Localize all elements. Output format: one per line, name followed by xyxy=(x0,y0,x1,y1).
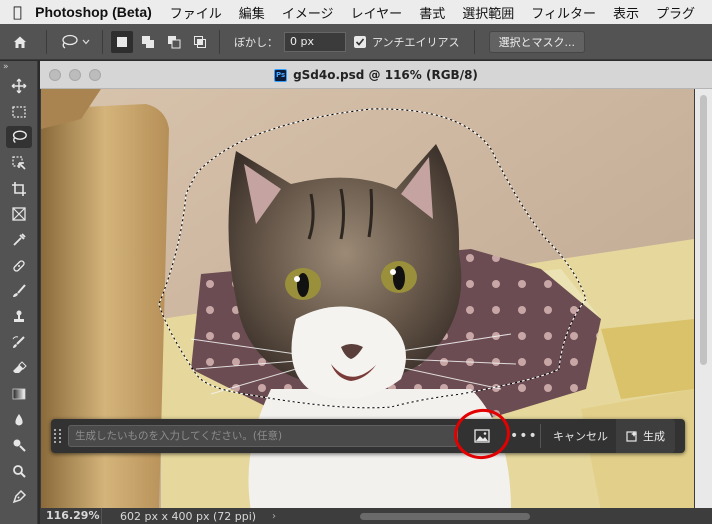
menu-view[interactable]: 表示 xyxy=(613,3,639,22)
home-button[interactable] xyxy=(0,24,40,60)
burn-icon xyxy=(13,465,26,478)
more-options-button[interactable]: ••• xyxy=(510,428,537,444)
antialias-checkbox[interactable] xyxy=(354,35,366,48)
brush-icon xyxy=(13,284,26,298)
pen-tool[interactable] xyxy=(0,484,38,510)
zoom-level[interactable]: 116.29% xyxy=(40,508,102,524)
menu-layer[interactable]: レイヤー xyxy=(351,3,403,22)
burn-tool[interactable] xyxy=(0,458,38,484)
menu-image[interactable]: イメージ xyxy=(282,3,334,22)
divider xyxy=(219,29,220,54)
subtract-selection-button[interactable] xyxy=(163,31,185,53)
apple-menu-icon[interactable]:  xyxy=(0,3,35,21)
new-selection-button[interactable] xyxy=(111,30,133,53)
options-bar: ぼかし： アンチエイリアス 選択とマスク... xyxy=(0,24,712,60)
active-tool-highlight xyxy=(6,126,32,149)
gradient-icon xyxy=(12,388,26,400)
brush-tool[interactable] xyxy=(0,279,38,305)
menu-select[interactable]: 選択範囲 xyxy=(462,3,514,22)
lasso-icon xyxy=(12,130,27,144)
generative-fill-prompt-input[interactable] xyxy=(68,425,458,447)
tools-panel: » xyxy=(0,61,38,524)
eyedropper-icon xyxy=(13,233,26,246)
close-window-button[interactable] xyxy=(49,68,61,81)
menu-file[interactable]: ファイル xyxy=(170,3,222,22)
lasso-tool[interactable] xyxy=(0,124,38,150)
blur-icon xyxy=(15,413,23,426)
generate-icon xyxy=(626,431,637,442)
healing-brush-tool[interactable] xyxy=(0,253,38,279)
eraser-icon xyxy=(13,361,27,374)
divider xyxy=(102,29,103,54)
reference-image-button[interactable] xyxy=(466,423,498,449)
marquee-icon xyxy=(12,105,26,118)
intersect-selection-button[interactable] xyxy=(189,31,211,53)
document-titlebar: Ps gSd4o.psd @ 116% (RGB/8) xyxy=(40,61,712,89)
feather-label: ぼかし： xyxy=(234,35,278,49)
frame-icon xyxy=(12,207,26,221)
crop-tool[interactable] xyxy=(0,176,38,202)
menu-bar:  Photoshop (Beta) ファイル 編集 イメージ レイヤー 書式 … xyxy=(0,0,712,24)
zoom-window-button[interactable] xyxy=(89,68,101,81)
menu-type[interactable]: 書式 xyxy=(419,3,445,22)
marquee-tool[interactable] xyxy=(0,99,38,125)
eraser-tool[interactable] xyxy=(0,356,38,382)
image-reference-icon xyxy=(474,429,490,443)
move-icon xyxy=(11,78,27,94)
menu-plugins[interactable]: プラグ xyxy=(656,3,695,22)
dodge-tool[interactable] xyxy=(0,433,38,459)
vertical-scroll-thumb[interactable] xyxy=(700,95,707,365)
chevron-down-icon xyxy=(82,39,90,44)
pen-icon xyxy=(12,489,27,504)
subtract-selection-icon xyxy=(168,35,181,48)
history-brush-tool[interactable] xyxy=(0,330,38,356)
document-window: Ps gSd4o.psd @ 116% (RGB/8) 116.29% 602 … xyxy=(40,61,712,524)
object-selection-tool[interactable] xyxy=(0,150,38,176)
home-icon xyxy=(14,36,26,48)
dodge-icon xyxy=(13,439,26,453)
divider xyxy=(46,29,47,54)
crop-icon xyxy=(12,181,26,196)
horizontal-scroll-thumb[interactable] xyxy=(360,513,530,520)
tool-preset-picker[interactable] xyxy=(53,34,96,50)
move-tool[interactable] xyxy=(0,73,38,99)
blur-tool[interactable] xyxy=(0,407,38,433)
minimize-window-button[interactable] xyxy=(69,68,81,81)
add-selection-icon xyxy=(142,35,154,48)
gradient-tool[interactable] xyxy=(0,381,38,407)
collapse-panel-icon[interactable]: » xyxy=(0,61,37,73)
divider xyxy=(473,29,475,54)
antialias-label: アンチエイリアス xyxy=(372,35,460,49)
menu-edit[interactable]: 編集 xyxy=(239,3,265,22)
object-select-icon xyxy=(12,156,26,170)
history-brush-icon xyxy=(12,335,25,348)
menu-filter[interactable]: フィルター xyxy=(531,3,596,22)
divider xyxy=(540,424,541,448)
contextual-task-bar: ••• キャンセル 生成 xyxy=(51,419,685,453)
add-selection-button[interactable] xyxy=(137,31,159,53)
app-menu[interactable]: Photoshop (Beta) xyxy=(35,4,152,20)
photoshop-file-icon: Ps xyxy=(274,68,288,82)
cancel-button[interactable]: キャンセル xyxy=(549,428,612,444)
document-title: Ps gSd4o.psd @ 116% (RGB/8) xyxy=(40,61,712,89)
status-menu-arrow[interactable]: › xyxy=(272,511,276,522)
document-title-text: gSd4o.psd @ 116% (RGB/8) xyxy=(293,68,478,82)
status-bar: 116.29% 602 px x 400 px (72 ppi) › xyxy=(40,508,712,524)
select-and-mask-button[interactable]: 選択とマスク... xyxy=(488,30,586,53)
frame-tool[interactable] xyxy=(0,201,38,227)
lasso-icon xyxy=(62,34,78,49)
checkmark-icon xyxy=(355,37,365,46)
drag-handle[interactable] xyxy=(54,423,62,449)
stamp-icon xyxy=(14,310,24,323)
generate-label: 生成 xyxy=(643,430,665,443)
generate-button[interactable]: 生成 xyxy=(616,419,675,453)
feather-input[interactable] xyxy=(284,31,346,52)
vertical-scrollbar[interactable] xyxy=(695,89,712,511)
clone-stamp-tool[interactable] xyxy=(0,304,38,330)
new-selection-icon xyxy=(117,36,127,47)
healing-brush-icon xyxy=(13,259,25,272)
document-dimensions: 602 px x 400 px (72 ppi) xyxy=(120,509,257,523)
eyedropper-tool[interactable] xyxy=(0,227,38,253)
intersect-selection-icon xyxy=(194,35,206,48)
